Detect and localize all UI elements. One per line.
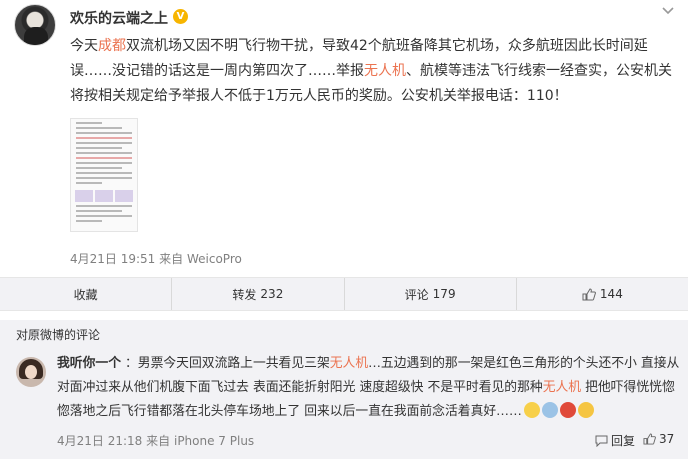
favorite-button[interactable]: 收藏 <box>0 278 171 310</box>
commenter-name[interactable]: 我听你一个 <box>57 356 121 371</box>
emoji-icon <box>577 402 594 418</box>
comment-source[interactable]: iPhone 7 Plus <box>174 434 254 448</box>
post-meta: 4月21日 19:51 来自 WeicoPro <box>70 250 242 267</box>
comment-segment: 男票今天回双流路上一共看见三架 <box>137 356 330 371</box>
emoji-icon <box>559 402 576 418</box>
verified-badge-icon: V <box>173 9 188 24</box>
comment-label: 评论 <box>404 287 429 302</box>
comment-like-count: 37 <box>659 432 675 446</box>
reply-label: 回复 <box>611 434 636 448</box>
reply-button[interactable]: 回复 <box>595 432 635 449</box>
commenter-avatar[interactable] <box>16 357 46 387</box>
post-time[interactable]: 4月21日 19:51 <box>70 252 155 266</box>
comments-header: 对原微博的评论 <box>16 328 101 342</box>
username[interactable]: 欢乐的云端之上 <box>70 8 168 28</box>
attached-image[interactable] <box>70 118 138 232</box>
repost-count: 232 <box>260 287 284 301</box>
action-bar: 收藏 转发 232 评论 179 144 <box>0 277 688 311</box>
topic-link[interactable]: 无人机 <box>364 63 406 79</box>
repost-button[interactable]: 转发 232 <box>171 278 343 310</box>
comment-meta: 4月21日 21:18 来自 iPhone 7 Plus <box>57 432 254 449</box>
comment-button[interactable]: 评论 179 <box>343 278 516 310</box>
comment-count: 179 <box>432 287 456 301</box>
post-text: 今天成都双流机场又因不明飞行物干扰，导致42个航班备降其它机场，众多航班因此长时… <box>70 34 676 109</box>
user-avatar[interactable] <box>14 4 56 46</box>
comment-text: 我听你一个 ：男票今天回双流路上一共看见三架无人机…五边遇到的那一架是红色三角形的… <box>57 352 682 424</box>
location-link[interactable]: 成都 <box>98 38 126 54</box>
repost-label: 转发 <box>232 287 257 302</box>
chevron-down-icon[interactable] <box>660 6 676 20</box>
reply-icon <box>595 435 608 447</box>
emoji-icon <box>523 402 540 418</box>
like-button[interactable]: 144 <box>515 278 688 310</box>
weibo-post: 欢乐的云端之上 V 今天成都双流机场又因不明飞行物干扰，导致42个航班备降其它机… <box>0 0 688 270</box>
post-text-segment: 今天 <box>70 38 98 54</box>
comment-time: 4月21日 21:18 <box>57 434 143 448</box>
comments-panel: 对原微博的评论 我听你一个 ：男票今天回双流路上一共看见三架无人机…五边遇到的那一… <box>0 320 688 459</box>
source-prefix: 来自 <box>159 252 184 266</box>
thumbs-up-icon <box>582 287 596 300</box>
emoji-icon <box>541 402 558 418</box>
favorite-label: 收藏 <box>73 287 98 302</box>
thumbs-up-icon <box>643 433 656 445</box>
topic-link[interactable]: 无人机 <box>543 380 581 395</box>
post-source[interactable]: WeicoPro <box>187 252 242 266</box>
like-count: 144 <box>599 287 623 301</box>
source-prefix: 来自 <box>146 434 171 448</box>
topic-link[interactable]: 无人机 <box>330 356 368 371</box>
comment-like-button[interactable]: 37 <box>643 432 674 446</box>
comment-colon: ： <box>124 356 138 371</box>
